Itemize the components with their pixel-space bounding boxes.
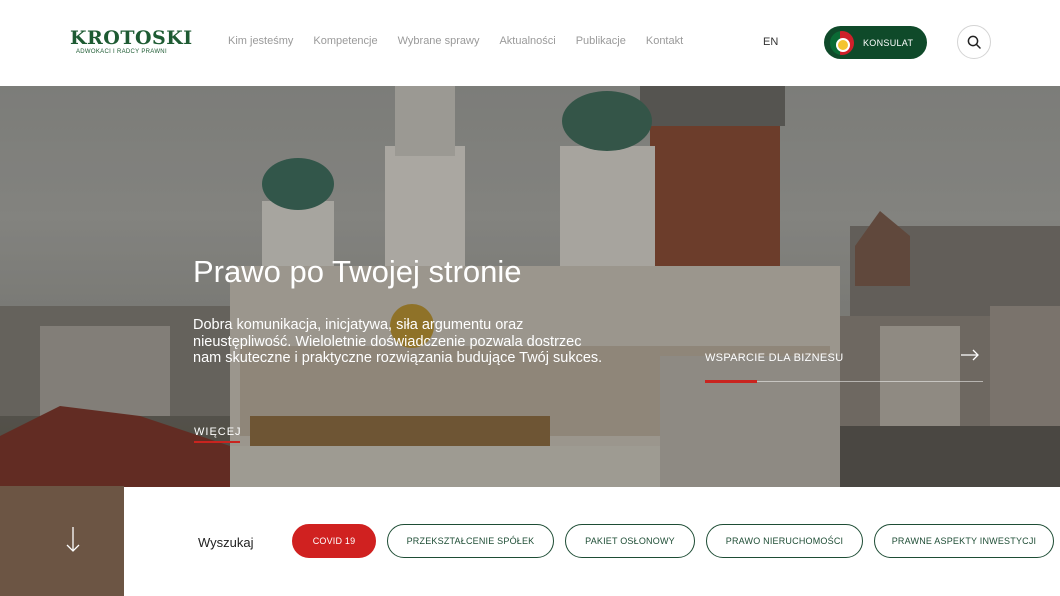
search-panel: Wyszukaj COVID 19 PRZEKSZTAŁCENIE SPÓŁEK… [124, 487, 1060, 596]
tag-real-estate-law[interactable]: PRAWO NIERUCHOMOŚCI [706, 524, 863, 558]
nav-item-about[interactable]: Kim jesteśmy [228, 35, 293, 47]
tag-relief-package[interactable]: PAKIET OSŁONOWY [565, 524, 695, 558]
main-nav: Kim jesteśmy Kompetencje Wybrane sprawy … [228, 35, 703, 47]
site-header: KROTOSKI ADWOKACI I RADCY PRAWNI Kim jes… [0, 0, 1060, 86]
nav-item-contact[interactable]: Kontakt [646, 35, 683, 47]
search-button[interactable] [957, 25, 991, 59]
language-switch[interactable]: EN [763, 36, 778, 48]
hero-title: Prawo po Twojej stronie [193, 254, 522, 289]
tag-company-transformation[interactable]: PRZEKSZTAŁCENIE SPÓŁEK [387, 524, 554, 558]
arrow-down-icon[interactable] [64, 526, 82, 554]
consulate-label: KONSULAT [863, 37, 914, 48]
hero-description: Dobra komunikacja, inicjatywa, siła argu… [193, 317, 603, 366]
logo-tagline: ADWOKACI I RADCY PRAWNI [76, 49, 167, 55]
search-label: Wyszukaj [198, 535, 254, 550]
more-link[interactable]: WIĘCEJ [194, 426, 242, 438]
nav-item-publications[interactable]: Publikacje [576, 35, 626, 47]
business-support-link[interactable]: WSPARCIE DLA BIZNESU [705, 352, 843, 364]
search-icon [967, 35, 981, 49]
nav-item-cases[interactable]: Wybrane sprawy [398, 35, 480, 47]
logo[interactable]: KROTOSKI ADWOKACI I RADCY PRAWNI [70, 27, 193, 58]
nav-item-competences[interactable]: Kompetencje [313, 35, 377, 47]
arrow-right-icon[interactable] [960, 349, 980, 361]
consulate-button[interactable]: KONSULAT [824, 26, 927, 59]
logo-name: KROTOSKI [70, 27, 193, 49]
portugal-flag-icon [830, 30, 854, 55]
more-link-underline [194, 441, 240, 443]
tag-investment-legal-aspects[interactable]: PRAWNE ASPEKTY INWESTYCJI [874, 524, 1054, 558]
tag-covid[interactable]: COVID 19 [292, 524, 376, 558]
business-link-accent [705, 380, 757, 383]
nav-item-news[interactable]: Aktualności [499, 35, 555, 47]
